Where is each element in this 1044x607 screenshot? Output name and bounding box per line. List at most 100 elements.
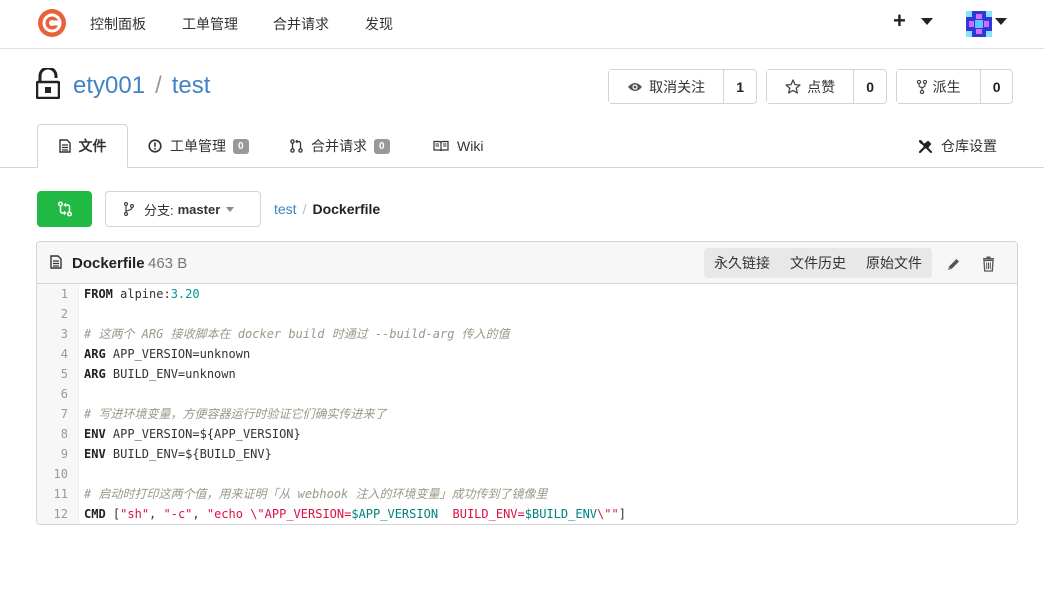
tab-wiki-label: Wiki <box>457 138 484 154</box>
create-new-button[interactable]: + <box>893 10 906 32</box>
file-text-icon <box>58 139 71 153</box>
branch-name: master <box>177 201 221 217</box>
line-number[interactable]: 11 <box>37 484 79 504</box>
line-number[interactable]: 10 <box>37 464 79 484</box>
code-plain: BUILD_ENV=${BUILD_ENV} <box>105 447 272 461</box>
tab-settings-label: 仓库设置 <box>941 138 997 154</box>
star-button[interactable]: 点赞 <box>767 70 855 103</box>
fork-button[interactable]: 派生 <box>897 70 982 103</box>
code-string: BUILD_ENV= <box>438 507 525 521</box>
code-comment: # 启动时打印这两个值，用来证明「从 webhook 注入的环境变量」成功传到了… <box>84 487 548 501</box>
code-keyword: CMD <box>84 507 106 521</box>
star-button-group: 点赞 0 <box>766 69 887 104</box>
pulls-count-badge: 0 <box>374 138 390 154</box>
raw-file-button[interactable]: 原始文件 <box>856 253 932 273</box>
tab-wiki[interactable]: Wiki <box>433 124 483 168</box>
file-history-button[interactable]: 文件历史 <box>780 253 856 273</box>
star-icon <box>785 79 801 94</box>
line-number[interactable]: 1 <box>37 284 79 304</box>
code-line: 8 ENV APP_VERSION=${APP_VERSION} <box>37 424 1017 444</box>
breadcrumb: test / Dockerfile <box>274 201 380 217</box>
breadcrumb-divider: / <box>302 201 307 217</box>
line-number[interactable]: 9 <box>37 444 79 464</box>
nav-explore[interactable]: 发现 <box>365 14 393 34</box>
code-plain: alpine: <box>112 287 171 301</box>
code-line: 9 ENV BUILD_ENV=${BUILD_ENV} <box>37 444 1017 464</box>
repo-name-link[interactable]: test <box>172 72 211 99</box>
file-name: Dockerfile <box>72 255 145 272</box>
watch-button-group: 取消关注 1 <box>608 69 757 104</box>
repo-owner-link[interactable]: ety001 <box>73 72 145 99</box>
line-number[interactable]: 3 <box>37 324 79 344</box>
watch-count[interactable]: 1 <box>724 70 756 103</box>
pencil-icon[interactable] <box>946 257 961 272</box>
trash-icon[interactable] <box>982 256 995 272</box>
tab-files[interactable]: 文件 <box>37 124 128 168</box>
nav-issues[interactable]: 工单管理 <box>182 14 238 34</box>
code-line: 6 <box>37 384 1017 404</box>
file-actions-group: 永久链接 文件历史 原始文件 <box>704 248 932 278</box>
repo-title: ety001 / test <box>73 72 210 100</box>
tab-files-label: 文件 <box>78 138 107 154</box>
code-comment: # 这两个 ARG 接收脚本在 docker build 时通过 --build… <box>84 327 510 341</box>
fork-count[interactable]: 0 <box>981 70 1012 103</box>
gitea-logo-icon[interactable] <box>37 8 67 38</box>
tab-pull-requests[interactable]: 合并请求 0 <box>290 124 390 168</box>
line-number[interactable]: 2 <box>37 304 79 324</box>
code-keyword: FROM <box>84 287 113 301</box>
permalink-button[interactable]: 永久链接 <box>704 253 780 273</box>
code-line: 7 # 写进环境变量，方便容器运行时验证它们确实传进来了 <box>37 404 1017 424</box>
fork-label: 派生 <box>932 78 961 95</box>
tab-pulls-label: 合并请求 <box>311 138 367 154</box>
line-number[interactable]: 6 <box>37 384 79 404</box>
unwatch-label: 取消关注 <box>649 78 706 95</box>
breadcrumb-root-link[interactable]: test <box>274 201 297 217</box>
line-number[interactable]: 7 <box>37 404 79 424</box>
tab-issues[interactable]: 工单管理 0 <box>148 124 249 168</box>
code-keyword: ARG <box>84 347 106 361</box>
branch-dropdown[interactable]: 分支: master <box>105 191 261 227</box>
git-branch-icon <box>124 202 134 216</box>
code-variable: $BUILD_ENV <box>524 507 598 521</box>
star-count[interactable]: 0 <box>854 70 886 103</box>
code-text: ENV APP_VERSION=${APP_VERSION} <box>79 424 301 444</box>
tab-repo-settings[interactable]: 仓库设置 <box>918 124 997 168</box>
line-number[interactable]: 8 <box>37 424 79 444</box>
breadcrumb-current: Dockerfile <box>312 201 381 217</box>
code-string: "echo \"APP_VERSION= <box>206 507 352 521</box>
chevron-down-icon[interactable] <box>995 18 1007 25</box>
code-plain: ] <box>618 507 626 521</box>
nav-pulls[interactable]: 合并请求 <box>273 14 329 34</box>
nav-dashboard[interactable]: 控制面板 <box>90 14 146 34</box>
code-plain: APP_VERSION=unknown <box>105 347 251 361</box>
code-string: "sh" <box>120 507 150 521</box>
file-text-icon <box>50 255 62 269</box>
code-text: FROM alpine:3.20 <box>79 284 200 304</box>
compare-branches-button[interactable] <box>37 191 92 227</box>
code-keyword: ENV <box>84 427 106 441</box>
line-number[interactable]: 12 <box>37 504 79 524</box>
line-number[interactable]: 5 <box>37 364 79 384</box>
code-line: 2 <box>37 304 1017 324</box>
file-size: 463 B <box>148 255 188 272</box>
chevron-down-icon[interactable] <box>921 18 933 25</box>
unwatch-button[interactable]: 取消关注 <box>609 70 725 103</box>
code-comment: # 写进环境变量，方便容器运行时验证它们确实传进来了 <box>84 407 387 421</box>
code-line: 10 <box>37 464 1017 484</box>
repo-separator: / <box>155 72 162 99</box>
line-number[interactable]: 4 <box>37 344 79 364</box>
fork-icon <box>916 79 927 94</box>
code-variable: $APP_VERSION <box>351 507 439 521</box>
code-keyword: ARG <box>84 367 106 381</box>
code-text: ENV BUILD_ENV=${BUILD_ENV} <box>79 444 272 464</box>
code-plain: APP_VERSION=${APP_VERSION} <box>105 427 301 441</box>
code-line: 5 ARG BUILD_ENV=unknown <box>37 364 1017 384</box>
code-plain: , <box>149 507 164 521</box>
avatar[interactable] <box>966 11 992 37</box>
git-pull-request-icon <box>290 139 303 153</box>
branch-label: 分支: <box>144 202 174 218</box>
git-compare-icon <box>57 201 72 217</box>
code-number: 3.20 <box>170 287 200 301</box>
